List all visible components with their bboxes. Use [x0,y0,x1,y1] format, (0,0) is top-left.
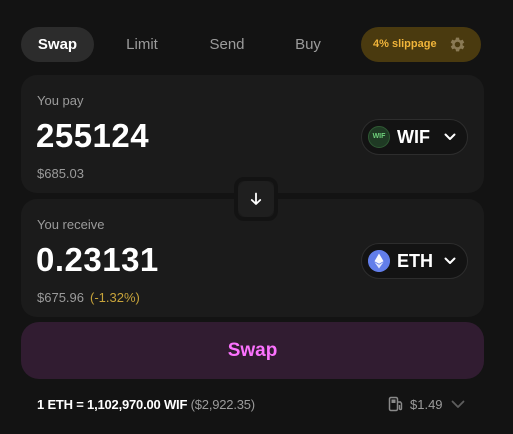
pay-token-selector[interactable]: WIF WIF [361,119,468,155]
arrow-down-icon [250,192,262,205]
tab-send[interactable]: Send [196,27,258,62]
receive-usd-amount: $675.96 [37,290,84,305]
tab-bar: Swap Limit Send Buy 4% slippage [21,27,481,62]
chevron-down-icon [444,257,456,264]
tab-limit[interactable]: Limit [111,27,173,62]
receive-token-selector[interactable]: ETH [361,243,468,279]
chevron-down-icon [444,133,456,140]
receive-token-symbol: ETH [397,251,433,271]
wif-token-icon: WIF [368,126,390,148]
receive-usd-value: $675.96 (-1.32%) [37,290,140,305]
chevron-down-icon[interactable] [451,400,465,409]
pay-usd-value: $685.03 [37,166,84,181]
exchange-rate-text: 1 ETH = 1,102,970.00 WIF [37,397,188,412]
eth-token-icon [368,250,390,272]
pay-panel: You pay 255124 $685.03 WIF WIF [21,75,484,193]
gas-pump-icon [388,396,403,412]
price-impact: (-1.32%) [90,290,140,305]
gear-icon [450,37,465,52]
slippage-label: 4% slippage [373,38,437,50]
swap-button[interactable]: Swap [21,322,484,379]
tab-swap[interactable]: Swap [21,27,94,62]
switch-tokens-button[interactable] [234,177,278,221]
pay-label: You pay [37,93,84,108]
receive-label: You receive [37,217,105,232]
tab-buy[interactable]: Buy [281,27,335,62]
rate-footer: 1 ETH = 1,102,970.00 WIF ($2,922.35) $1.… [37,395,467,415]
pay-token-symbol: WIF [397,127,430,147]
pay-amount-input[interactable]: 255124 [36,117,149,155]
slippage-button[interactable]: 4% slippage [361,27,481,62]
network-fee: $1.49 [410,397,443,412]
receive-amount-input[interactable]: 0.23131 [36,241,159,279]
exchange-rate-usd: ($2,922.35) [190,397,255,412]
exchange-rate[interactable]: 1 ETH = 1,102,970.00 WIF ($2,922.35) [37,397,255,412]
